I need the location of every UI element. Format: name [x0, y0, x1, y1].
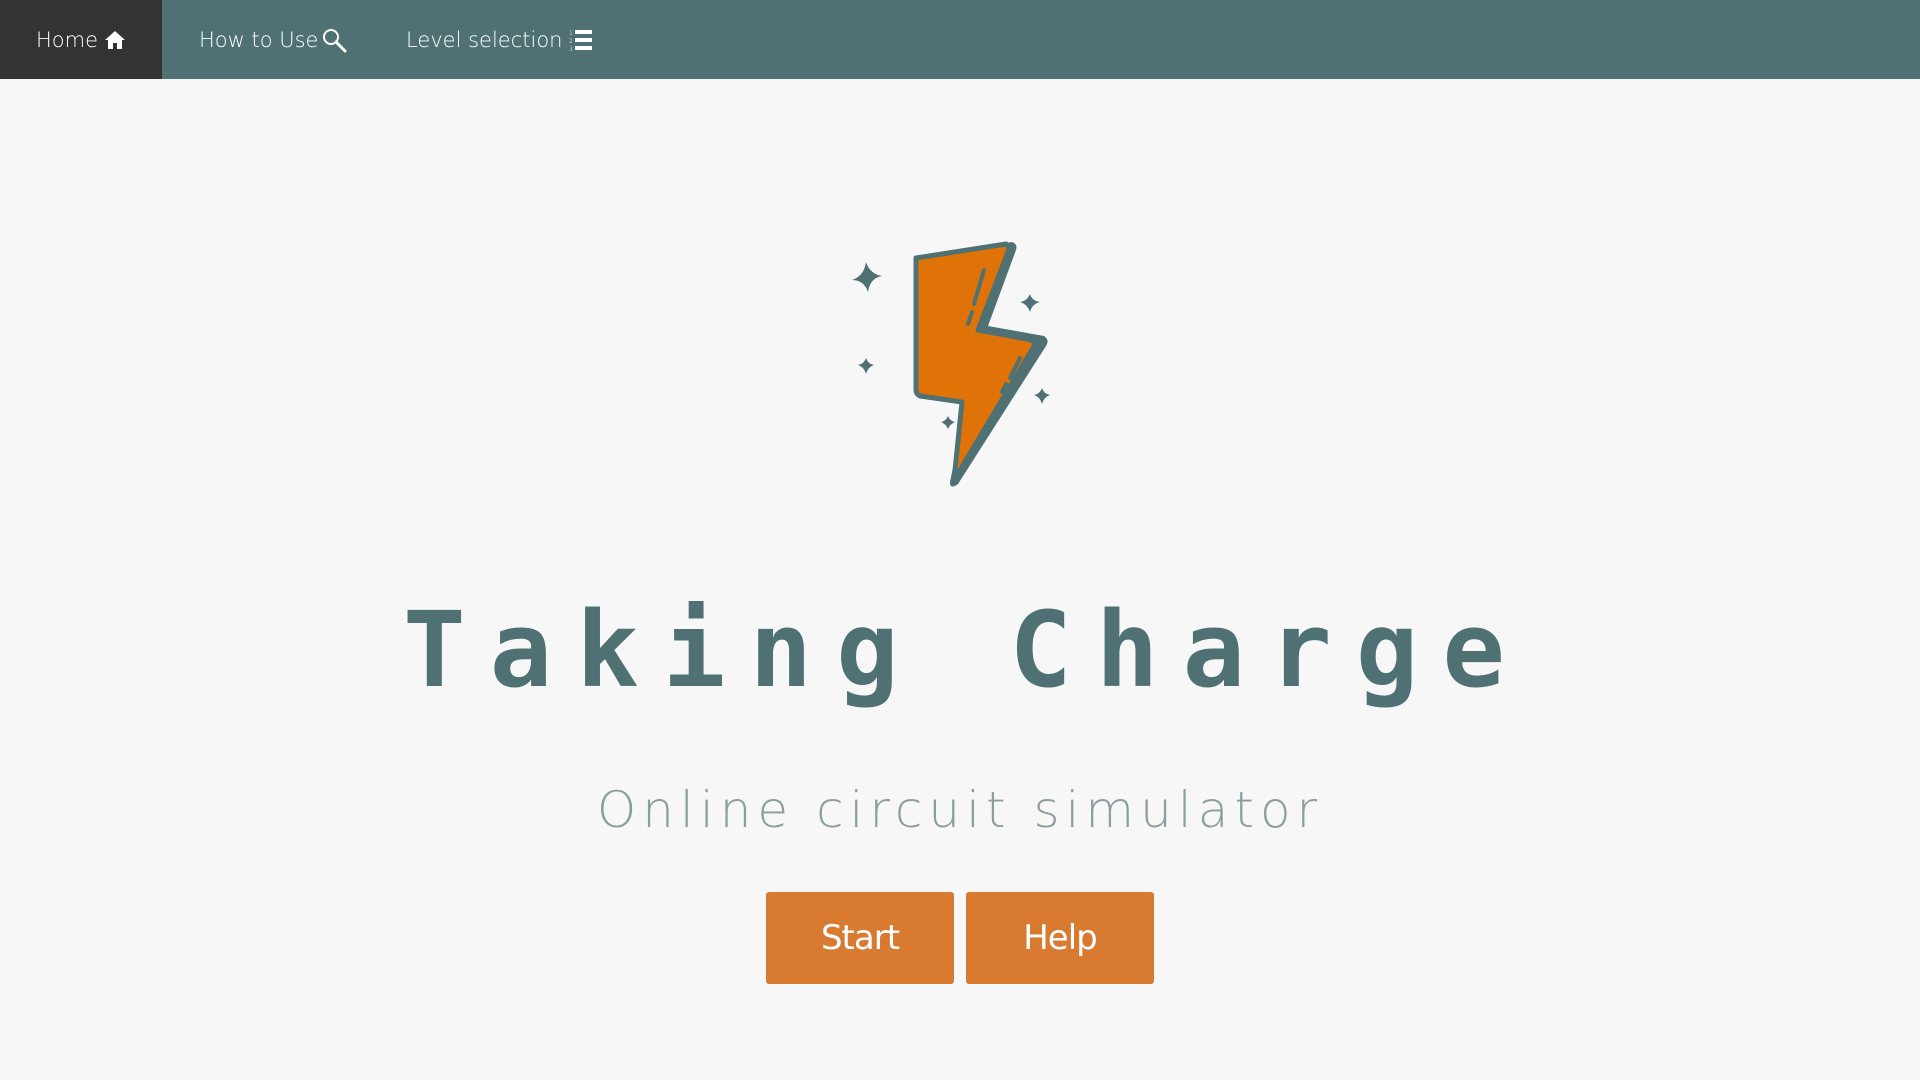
top-navbar: Home How to Use Level selection 1 2 3	[0, 0, 1920, 79]
nav-how-to-use-label: How to Use	[199, 27, 319, 52]
search-icon	[321, 27, 347, 53]
svg-text:3: 3	[569, 46, 573, 52]
page-title: Taking Charge	[403, 589, 1529, 711]
home-icon	[104, 30, 126, 50]
page-subtitle: Online circuit simulator	[596, 781, 1324, 839]
svg-text:2: 2	[569, 38, 573, 45]
start-button[interactable]: Start	[766, 892, 954, 984]
sparkle-icon	[1020, 294, 1040, 312]
svg-text:1: 1	[569, 30, 573, 37]
nav-home-label: Home	[35, 27, 98, 52]
sparkle-icon	[941, 416, 955, 429]
lightning-bolt-icon	[840, 234, 1060, 494]
sparkle-icon	[858, 358, 874, 374]
sparkle-icon	[1034, 388, 1050, 404]
sparkle-icon	[852, 262, 882, 292]
nav-how-to-use-link[interactable]: How to Use	[162, 0, 370, 79]
nav-home-link[interactable]: Home	[0, 0, 162, 79]
nav-level-selection-link[interactable]: Level selection 1 2 3	[370, 0, 593, 79]
nav-level-selection-label: Level selection	[406, 27, 563, 52]
numbered-list-icon: 1 2 3	[569, 28, 593, 52]
help-button[interactable]: Help	[966, 892, 1154, 984]
